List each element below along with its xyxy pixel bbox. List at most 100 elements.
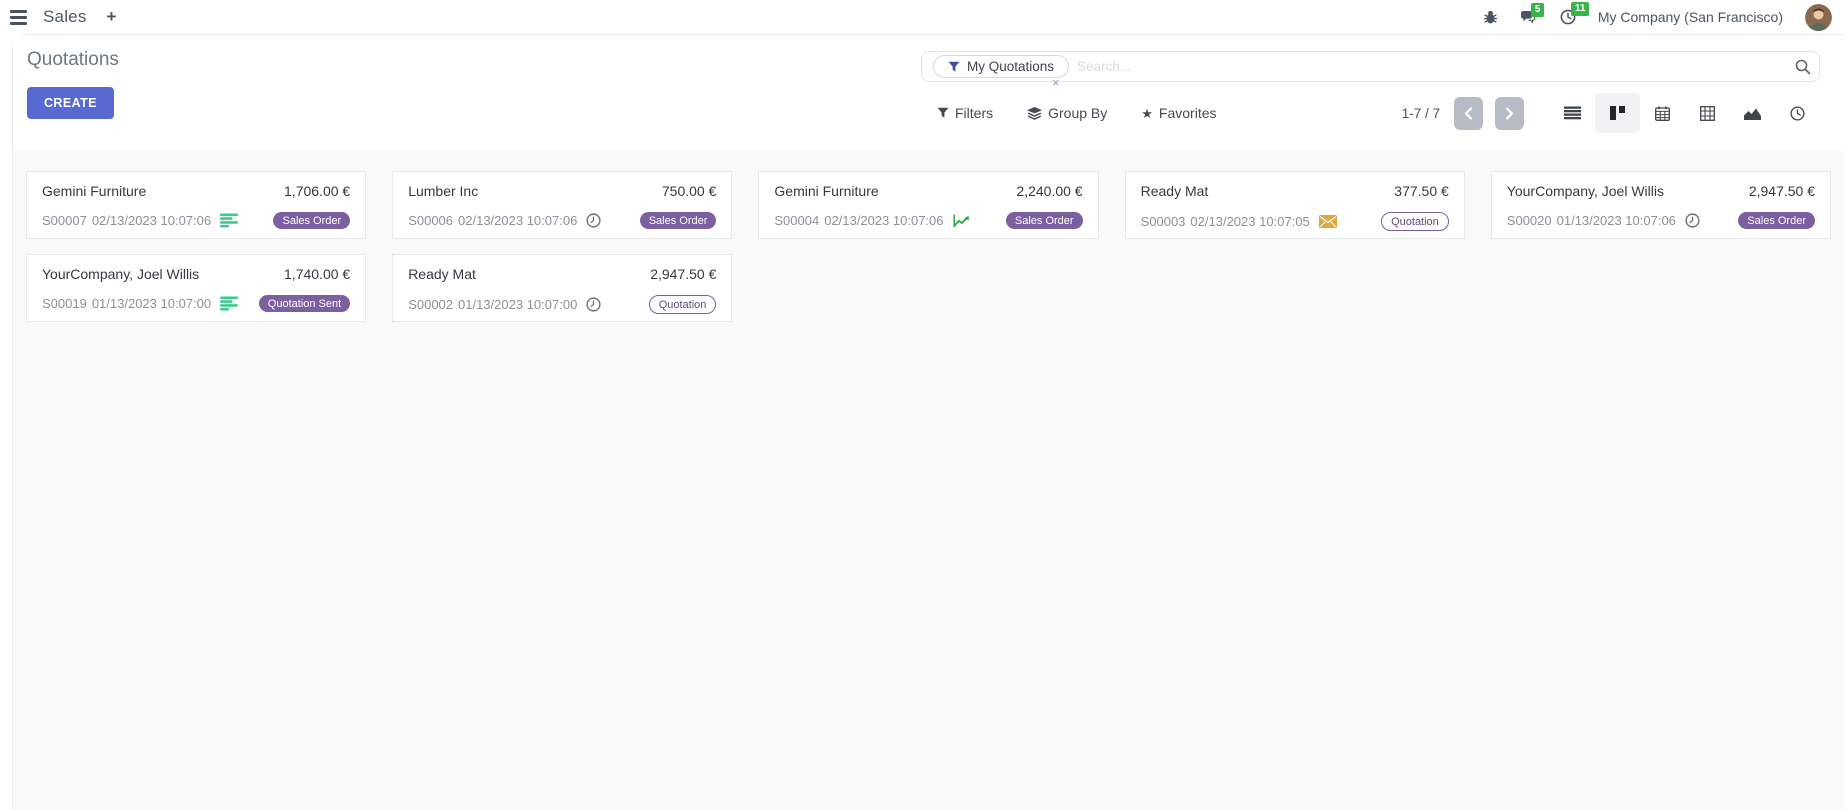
card-reference: S00019 [42, 296, 87, 311]
kanban-card[interactable]: Lumber Inc 750.00 € S00006 02/13/2023 10… [392, 171, 732, 239]
clock-icon[interactable] [586, 297, 601, 312]
layers-icon [1027, 107, 1042, 120]
list-view-icon [1564, 106, 1581, 120]
status-badge: Quotation Sent [259, 295, 350, 312]
pager-next-button[interactable] [1495, 97, 1524, 130]
search-icon[interactable] [1795, 59, 1811, 75]
main-content: Quotations CREATE My Quotations × Filter [12, 34, 1844, 810]
top-navbar: Sales + 5 11 My Company (San Francisco) [0, 0, 1844, 34]
favorites-button[interactable]: ★ Favorites [1141, 105, 1216, 121]
activity-view-button[interactable] [1775, 93, 1820, 133]
favorites-label: Favorites [1159, 105, 1217, 121]
filters-button[interactable]: Filters [937, 105, 993, 121]
clock-icon[interactable] [1685, 213, 1700, 228]
kanban-card[interactable]: YourCompany, Joel Willis 2,947.50 € S000… [1491, 171, 1831, 239]
trend-up-icon[interactable] [953, 214, 971, 228]
card-reference: S00002 [408, 297, 453, 312]
clock-icon[interactable] [586, 213, 601, 228]
status-badge: Sales Order [1006, 212, 1083, 229]
debug-bug-icon[interactable] [1483, 10, 1498, 25]
activities-count-badge: 11 [1571, 2, 1590, 16]
search-input[interactable] [1077, 59, 1795, 74]
chevron-left-icon [1464, 107, 1473, 120]
card-amount: 1,740.00 € [284, 266, 350, 282]
messages-count-badge: 5 [1531, 3, 1545, 17]
card-datetime: 02/13/2023 10:07:06 [92, 213, 211, 228]
card-partner-name: Ready Mat [408, 266, 476, 282]
card-datetime: 01/13/2023 10:07:00 [458, 297, 577, 312]
create-button[interactable]: CREATE [27, 87, 114, 119]
pager-previous-button[interactable] [1454, 97, 1483, 130]
checklist-icon[interactable] [220, 213, 238, 228]
card-datetime: 02/13/2023 10:07:06 [824, 213, 943, 228]
card-partner-name: YourCompany, Joel Willis [42, 266, 199, 282]
filter-funnel-icon [948, 61, 960, 73]
user-avatar[interactable] [1805, 4, 1832, 31]
pivot-view-button[interactable] [1685, 93, 1730, 133]
app-name[interactable]: Sales [43, 7, 87, 27]
card-partner-name: Gemini Furniture [42, 183, 146, 199]
search-facet-my-quotations[interactable]: My Quotations [933, 55, 1069, 78]
card-amount: 2,947.50 € [650, 266, 716, 282]
filter-funnel-icon [937, 107, 949, 119]
chevron-right-icon [1505, 107, 1514, 120]
search-bar[interactable]: My Quotations × [921, 51, 1820, 82]
card-datetime: 02/13/2023 10:07:06 [458, 213, 577, 228]
page-title: Quotations [27, 49, 119, 71]
company-switcher[interactable]: My Company (San Francisco) [1598, 9, 1783, 25]
calendar-view-icon [1655, 106, 1670, 121]
activity-view-icon [1790, 106, 1805, 121]
plus-icon[interactable]: + [101, 7, 123, 27]
graph-view-icon [1744, 107, 1761, 120]
pager-range: 1-7 / 7 [1402, 106, 1440, 121]
control-panel: Quotations CREATE My Quotations × Filter [13, 35, 1844, 151]
kanban-card[interactable]: Ready Mat 377.50 € S00003 02/13/2023 10:… [1125, 171, 1465, 239]
group-by-button[interactable]: Group By [1027, 105, 1107, 121]
filters-label: Filters [955, 105, 993, 121]
card-amount: 750.00 € [662, 183, 717, 199]
card-reference: S00004 [774, 213, 819, 228]
kanban-card[interactable]: Ready Mat 2,947.50 € S00002 01/13/2023 1… [392, 254, 732, 322]
apps-menu-icon[interactable] [8, 6, 29, 29]
list-view-button[interactable] [1550, 93, 1595, 133]
kanban-grid: Gemini Furniture 1,706.00 € S00007 02/13… [26, 171, 1831, 322]
status-badge: Sales Order [1738, 212, 1815, 229]
card-amount: 1,706.00 € [284, 183, 350, 199]
kanban-card[interactable]: Gemini Furniture 2,240.00 € S00004 02/13… [758, 171, 1098, 239]
card-datetime: 02/13/2023 10:07:05 [1190, 214, 1309, 229]
card-partner-name: YourCompany, Joel Willis [1507, 183, 1664, 199]
checklist-icon[interactable] [220, 296, 238, 311]
activities-clock-icon[interactable]: 11 [1560, 9, 1576, 25]
card-partner-name: Lumber Inc [408, 183, 478, 199]
card-amount: 377.50 € [1394, 183, 1449, 199]
messages-icon[interactable]: 5 [1520, 10, 1538, 25]
control-panel-row: Filters Group By ★ Favorites 1-7 / 7 [921, 96, 1820, 130]
envelope-icon[interactable] [1319, 215, 1337, 228]
card-reference: S00020 [1507, 213, 1552, 228]
card-amount: 2,947.50 € [1749, 183, 1815, 199]
card-reference: S00006 [408, 213, 453, 228]
kanban-view-icon [1610, 106, 1625, 120]
pager: 1-7 / 7 [1402, 97, 1524, 130]
status-badge: Quotation [649, 295, 717, 314]
card-datetime: 01/13/2023 10:07:00 [92, 296, 211, 311]
group-by-label: Group By [1048, 105, 1107, 121]
kanban-view: Gemini Furniture 1,706.00 € S00007 02/13… [13, 151, 1844, 810]
graph-view-button[interactable] [1730, 93, 1775, 133]
pivot-view-icon [1700, 106, 1715, 121]
facet-label: My Quotations [967, 59, 1054, 74]
facet-remove-icon[interactable]: × [1052, 78, 1060, 88]
calendar-view-button[interactable] [1640, 93, 1685, 133]
status-badge: Sales Order [640, 212, 717, 229]
card-partner-name: Gemini Furniture [774, 183, 878, 199]
card-partner-name: Ready Mat [1141, 183, 1209, 199]
kanban-card[interactable]: Gemini Furniture 1,706.00 € S00007 02/13… [26, 171, 366, 239]
kanban-card[interactable]: YourCompany, Joel Willis 1,740.00 € S000… [26, 254, 366, 322]
kanban-view-button[interactable] [1595, 93, 1640, 133]
card-datetime: 01/13/2023 10:07:06 [1557, 213, 1676, 228]
card-amount: 2,240.00 € [1016, 183, 1082, 199]
status-badge: Sales Order [273, 212, 350, 229]
star-icon: ★ [1141, 107, 1153, 120]
card-reference: S00007 [42, 213, 87, 228]
card-reference: S00003 [1141, 214, 1186, 229]
